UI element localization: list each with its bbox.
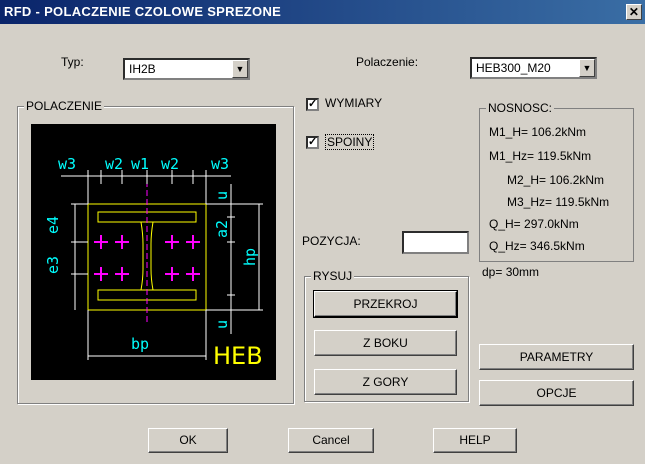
nosnosc-line: M1_Hz= 119.5kNm [489,149,592,163]
rysuj-group-title: RYSUJ [311,269,355,283]
label-w3-right: w3 [211,155,229,173]
dp-value: dp= 30mm [482,265,540,279]
label-e3: e3 [44,256,62,274]
spoiny-label: SPOINY [325,134,375,150]
label-e4: e4 [44,216,62,234]
opcje-button[interactable]: OPCJE [479,380,634,406]
label-w2-left: w2 [105,155,123,173]
pozycja-label: POZYCJA: [302,234,361,248]
przekroj-button[interactable]: PRZEKROJ [313,290,458,318]
z-gory-button[interactable]: Z GORY [314,369,457,395]
label-bp: bp [131,335,149,353]
label-w1: w1 [131,155,149,173]
close-icon[interactable]: ✕ [626,4,642,20]
dialog-window: RFD - POLACZENIE CZOLOWE SPREZONE ✕ Typ:… [0,0,645,464]
spoiny-checkbox[interactable]: ✓ [306,136,319,149]
polaczenie-value: HEB300_M20 [476,61,551,75]
z-boku-button[interactable]: Z BOKU [314,330,457,356]
nosnosc-group: NOSNOSC: M1_H= 106.2kNm M1_Hz= 119.5kNm … [479,101,634,262]
window-title: RFD - POLACZENIE CZOLOWE SPREZONE [4,4,282,19]
ok-button[interactable]: OK [148,428,228,453]
help-button[interactable]: HELP [433,428,517,453]
pozycja-input[interactable] [402,231,469,254]
title-bar: RFD - POLACZENIE CZOLOWE SPREZONE ✕ [0,0,645,24]
label-hp: hp [241,248,259,266]
connection-drawing: w3 w2 w1 w2 w3 e4 e3 u a2 hp bp u HEB [31,124,276,380]
nosnosc-line: M1_H= 106.2kNm [489,125,587,139]
label-w3-left: w3 [58,155,76,173]
cancel-button[interactable]: Cancel [288,428,374,453]
connection-drawing-svg: w3 w2 w1 w2 w3 e4 e3 u a2 hp bp u HEB [44,155,263,370]
wymiary-checkbox[interactable]: ✓ [306,98,319,111]
nosnosc-line: Q_H= 297.0kNm [489,217,579,231]
nosnosc-line: M2_H= 106.2kNm [507,173,605,187]
chevron-down-icon[interactable]: ▼ [579,59,595,77]
typ-select[interactable]: IH2B ▼ [123,58,250,80]
typ-label: Typ: [61,55,84,69]
label-heb: HEB [213,342,263,370]
nosnosc-line: M3_Hz= 119.5kNm [507,195,610,209]
parametry-button[interactable]: PARAMETRY [479,344,634,370]
wymiary-label: WYMIARY [325,96,383,110]
label-w2-right: w2 [161,155,179,173]
label-u-bottom: u [213,320,231,329]
label-a2: a2 [213,220,231,238]
label-u-top: u [213,191,231,200]
nosnosc-group-title: NOSNOSC: [486,101,555,115]
chevron-down-icon[interactable]: ▼ [232,60,248,78]
dimension-lines [61,170,263,360]
nosnosc-line: Q_Hz= 346.5kNm [489,239,585,253]
polaczenie-select[interactable]: HEB300_M20 ▼ [470,57,597,79]
polaczenie-label: Polaczenie: [356,55,419,69]
polaczenie-group-title: POLACZENIE [24,99,105,113]
typ-value: IH2B [129,62,156,76]
